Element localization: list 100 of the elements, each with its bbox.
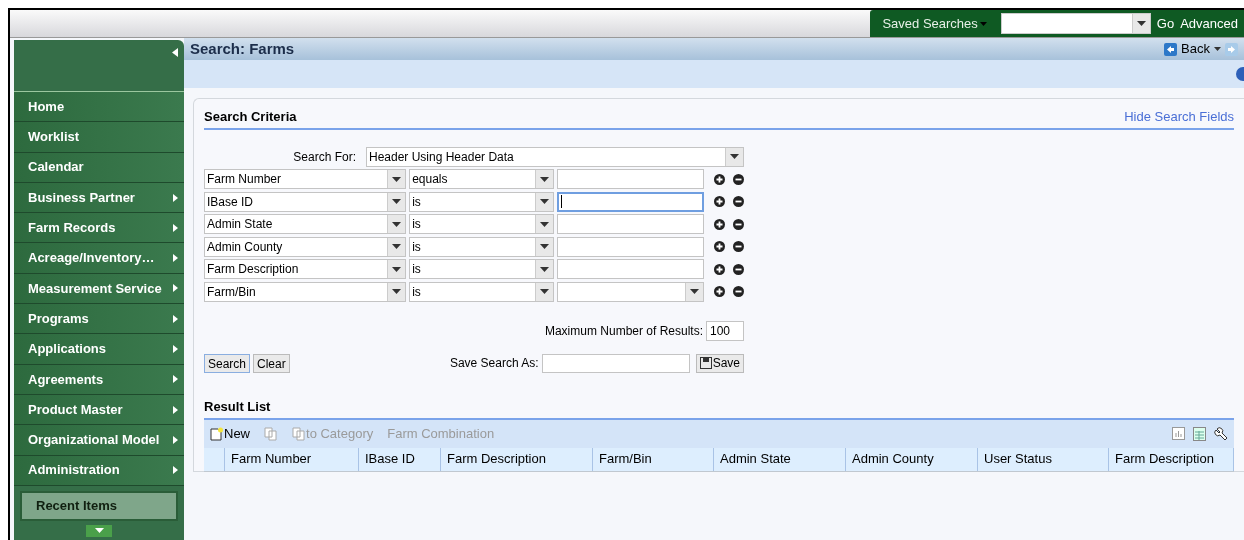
plus-icon[interactable] bbox=[714, 173, 725, 185]
caret-icon bbox=[392, 244, 402, 249]
advanced-link[interactable]: Advanced bbox=[1180, 13, 1238, 34]
field-select[interactable]: Admin State bbox=[204, 214, 407, 234]
sidebar-item[interactable]: Organizational Model bbox=[14, 425, 184, 456]
collapse-arrow-icon[interactable] bbox=[172, 48, 178, 57]
section-title: Search Criteria bbox=[204, 108, 297, 126]
caret-icon bbox=[392, 266, 402, 272]
recent-items-button[interactable]: Recent Items bbox=[20, 490, 178, 521]
dropdown-button[interactable] bbox=[725, 147, 743, 166]
back-arrow-icon[interactable] bbox=[1164, 42, 1178, 56]
sidebar-item[interactable]: Farm Records bbox=[14, 213, 184, 244]
go-link[interactable]: Go bbox=[1156, 13, 1175, 34]
caret-icon bbox=[730, 154, 739, 159]
dropdown-button[interactable] bbox=[387, 192, 406, 211]
dropdown-button[interactable] bbox=[1131, 14, 1150, 33]
minus-icon[interactable] bbox=[733, 218, 744, 230]
operator-select[interactable]: is bbox=[409, 236, 554, 257]
minus-icon[interactable] bbox=[733, 286, 744, 297]
minus-icon[interactable] bbox=[733, 241, 744, 252]
dropdown-button[interactable] bbox=[534, 192, 553, 211]
caret-icon bbox=[392, 289, 402, 294]
dropdown-button[interactable] bbox=[534, 170, 553, 188]
column-header[interactable]: Farm Description bbox=[441, 447, 593, 471]
dropdown-button[interactable] bbox=[534, 215, 553, 233]
value-field[interactable] bbox=[556, 191, 704, 212]
operator-select[interactable]: is bbox=[409, 191, 554, 212]
spreadsheet-icon[interactable] bbox=[1193, 426, 1206, 441]
max-results-field[interactable]: 100 bbox=[706, 321, 744, 341]
minus-icon[interactable] bbox=[733, 173, 744, 185]
operator-select[interactable]: is bbox=[409, 281, 554, 302]
value-field[interactable] bbox=[556, 169, 704, 189]
copy-icon bbox=[264, 426, 278, 441]
plus-icon[interactable] bbox=[714, 218, 725, 230]
chart-icon[interactable] bbox=[1172, 426, 1185, 440]
dropdown-button[interactable] bbox=[387, 282, 406, 301]
dropdown-button[interactable] bbox=[387, 170, 406, 188]
dropdown-button[interactable] bbox=[534, 237, 553, 256]
wrench-icon[interactable] bbox=[1214, 426, 1228, 441]
dropdown-button[interactable] bbox=[534, 282, 553, 301]
caret-icon bbox=[690, 289, 699, 294]
caret-icon[interactable] bbox=[1214, 47, 1221, 51]
dropdown-button[interactable] bbox=[387, 260, 406, 278]
caret-icon bbox=[392, 176, 402, 182]
sidebar-item[interactable]: Programs bbox=[14, 304, 184, 335]
column-header[interactable]: Farm Number bbox=[225, 447, 359, 471]
caret-icon bbox=[539, 266, 549, 272]
column-header[interactable]: User Status bbox=[978, 447, 1109, 471]
column-header[interactable]: Farm Description bbox=[1109, 447, 1234, 471]
submenu-arrow-icon bbox=[173, 223, 178, 232]
sidebar-item[interactable]: Administration bbox=[14, 455, 184, 486]
operator-select[interactable]: is bbox=[409, 259, 554, 279]
sidebar-item[interactable]: Agreements bbox=[14, 364, 184, 395]
dropdown-button[interactable] bbox=[685, 282, 703, 301]
column-header[interactable]: Admin State bbox=[714, 447, 846, 471]
copy-icon bbox=[292, 426, 306, 441]
sidebar-item[interactable]: Product Master bbox=[14, 394, 184, 426]
hide-search-fields-link[interactable]: Hide Search Fields bbox=[1124, 107, 1234, 127]
sidebar-item[interactable]: Acreage/Inventory… bbox=[14, 243, 184, 274]
sidebar-item[interactable]: Home bbox=[14, 92, 184, 123]
save-button[interactable]: Save bbox=[695, 353, 744, 373]
toolbar-button[interactable]: New bbox=[210, 423, 250, 444]
operator-select[interactable]: equals bbox=[409, 169, 554, 189]
field-select[interactable]: Farm Description bbox=[204, 259, 407, 279]
caret-icon bbox=[392, 221, 402, 227]
value-field[interactable] bbox=[556, 259, 704, 279]
expand-button[interactable] bbox=[86, 524, 112, 537]
minus-icon[interactable] bbox=[733, 196, 744, 207]
column-header[interactable]: Admin County bbox=[846, 447, 978, 471]
caret-icon bbox=[392, 199, 402, 204]
field-select[interactable]: IBase ID bbox=[204, 191, 407, 212]
sidebar-item[interactable]: Measurement Service bbox=[14, 273, 184, 305]
clear-button[interactable]: Clear bbox=[253, 353, 290, 373]
field-select[interactable]: Admin County bbox=[204, 236, 407, 257]
sidebar-item[interactable]: Business Partner bbox=[14, 182, 184, 214]
operator-select[interactable]: is bbox=[409, 214, 554, 234]
sidebar-item[interactable]: Calendar bbox=[14, 152, 184, 183]
value-field[interactable] bbox=[556, 236, 704, 257]
sidebar-item[interactable]: Worklist bbox=[14, 122, 184, 153]
caret-icon bbox=[539, 289, 549, 294]
field-select[interactable]: Farm/Bin bbox=[204, 281, 407, 302]
sidebar-item[interactable]: Applications bbox=[14, 334, 184, 365]
minus-icon[interactable] bbox=[733, 263, 744, 275]
search-for-label: Search For: bbox=[293, 148, 356, 166]
saved-searches-menu[interactable]: Saved Searches bbox=[882, 13, 987, 34]
save-search-name-field[interactable] bbox=[541, 353, 690, 373]
plus-icon[interactable] bbox=[714, 263, 725, 275]
column-header[interactable]: Farm/Bin bbox=[593, 447, 714, 471]
dropdown-button[interactable] bbox=[387, 237, 406, 256]
search-for-select[interactable]: Header Using Header Data bbox=[366, 146, 744, 167]
value-field[interactable] bbox=[556, 214, 704, 234]
dropdown-button[interactable] bbox=[534, 260, 553, 278]
search-button[interactable]: Search bbox=[204, 353, 251, 373]
plus-icon[interactable] bbox=[714, 241, 725, 252]
plus-icon[interactable] bbox=[714, 196, 725, 207]
column-header[interactable]: IBase ID bbox=[359, 447, 441, 471]
plus-icon[interactable] bbox=[714, 286, 725, 297]
dropdown-button[interactable] bbox=[387, 215, 406, 233]
back-button[interactable]: Back bbox=[1181, 39, 1210, 59]
field-select[interactable]: Farm Number bbox=[204, 169, 407, 189]
